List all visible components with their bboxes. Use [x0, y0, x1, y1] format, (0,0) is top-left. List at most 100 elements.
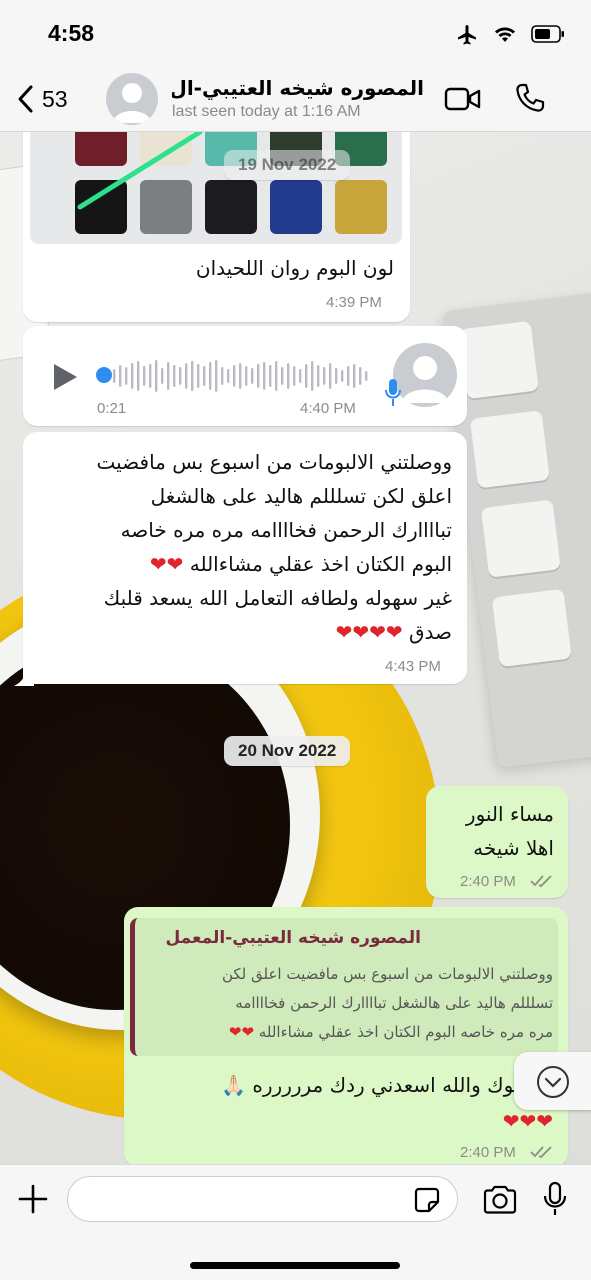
avatar-icon — [112, 83, 152, 123]
waveform-bar — [203, 366, 206, 386]
message-line: البوم الكتان اخذ عقلي مشاءالله ❤❤ — [149, 552, 452, 576]
message-text-block: لوك والله اسعدني ردك مررررره 🙏🏻 — [140, 1067, 520, 1103]
voice-progress-knob[interactable] — [96, 367, 112, 383]
waveform-bar — [179, 367, 182, 385]
bubble-tail — [14, 668, 34, 686]
waveform-bar — [335, 368, 338, 384]
waveform-bar — [269, 365, 272, 387]
waveform-bar — [287, 363, 290, 389]
message-image[interactable] — [30, 132, 402, 244]
message-time: 2:40 PM — [460, 873, 516, 890]
waveform-bar — [149, 364, 152, 388]
waveform-bar — [131, 363, 134, 389]
waveform-bar — [245, 366, 248, 386]
phone-icon[interactable] — [514, 82, 546, 114]
message-line: غير سهوله ولطافه التعامل الله يسعد قلبك — [103, 586, 452, 610]
status-bar: 4:58 — [0, 0, 591, 68]
back-button[interactable]: 53 — [16, 84, 68, 114]
home-indicator — [190, 1262, 400, 1269]
message-text-block: ❤❤❤ — [140, 1103, 553, 1139]
message-line: تباااارك الرحمن فخاااامه مره مره خاصه — [120, 518, 452, 542]
message-time: 4:39 PM — [326, 294, 382, 311]
microphone-icon[interactable] — [542, 1181, 568, 1217]
wallpaper-key — [458, 320, 539, 400]
waveform-bar — [221, 367, 224, 385]
waveform-bar — [323, 367, 326, 385]
message-line: اهلا شيخه — [473, 836, 554, 860]
message-input[interactable] — [67, 1176, 458, 1222]
image-swatch — [205, 180, 257, 234]
waveform-bar — [341, 370, 344, 382]
quoted-text-block: ووصلتني الالبومات من اسبوع بس مافضيت اعل… — [140, 960, 553, 1047]
airplane-icon — [458, 25, 476, 45]
read-receipt-icon — [530, 1146, 552, 1159]
waveform-bar — [257, 364, 260, 388]
status-time: 4:58 — [48, 20, 95, 46]
waveform-bar — [299, 369, 302, 383]
battery-icon — [531, 25, 564, 43]
waveform-bar — [293, 366, 296, 386]
waveform-bar — [209, 362, 212, 390]
play-icon[interactable] — [50, 362, 80, 392]
waveform-bar — [197, 364, 200, 388]
message-line: مساء النور — [465, 802, 554, 826]
waveform-bar — [275, 361, 278, 391]
message-line: اعلق لكن تسلللم هاليد على هالشغل — [150, 484, 452, 508]
waveform-bar — [311, 361, 314, 391]
message-line: صدق ❤❤❤❤ — [335, 620, 452, 644]
wallpaper-key — [469, 410, 550, 489]
waveform-bar — [215, 360, 218, 392]
waveform-bar — [119, 365, 122, 387]
quote-author: المصوره شيخه العتيبي-المعمل — [165, 928, 421, 948]
read-receipt-icon — [530, 875, 552, 888]
message-line: ❤❤❤ — [502, 1109, 553, 1133]
waveform-bar — [125, 367, 128, 385]
waveform-bar — [167, 362, 170, 390]
image-swatch — [270, 180, 322, 234]
contact-name[interactable]: المصوره شيخه العتيبي-ال... — [172, 76, 424, 100]
waveform-bar — [263, 362, 266, 390]
waveform-bar — [233, 365, 236, 387]
waveform-bar — [365, 371, 368, 381]
camera-icon[interactable] — [482, 1185, 518, 1215]
waveform-bar — [137, 361, 140, 391]
wifi-icon — [495, 27, 515, 42]
waveform-bar — [353, 364, 356, 388]
message-time: 4:43 PM — [385, 658, 441, 675]
message-time: 4:40 PM — [300, 400, 356, 417]
contact-avatar[interactable] — [106, 73, 158, 125]
chat-header: 53 المصوره شيخه العتيبي-ال... last seen … — [0, 68, 591, 132]
image-highlight-line — [77, 132, 203, 210]
waveform-bar — [191, 361, 194, 391]
waveform-bar — [281, 367, 284, 385]
quoted-line: تسلللم هاليد على هالشغل تباااارك الرحمن … — [235, 994, 553, 1012]
microphone-icon — [385, 379, 401, 406]
voice-sender-avatar — [393, 343, 457, 407]
waveform-bar — [305, 364, 308, 388]
waveform-bar — [173, 365, 176, 387]
message-line: ووصلتني الالبومات من اسبوع بس مافضيت — [96, 450, 452, 474]
date-chip: 20 Nov 2022 — [224, 736, 351, 766]
video-call-icon[interactable] — [444, 86, 482, 112]
quoted-line: مره مره خاصه البوم الكتان اخذ عقلي مشاءا… — [228, 1023, 553, 1041]
avatar-icon — [401, 356, 449, 403]
last-seen-status: last seen today at 1:16 AM — [172, 103, 361, 120]
message-text-block: مساء النور اهلا شيخه — [436, 797, 554, 865]
waveform-bar — [143, 366, 146, 386]
message-text-block: ووصلتني الالبومات من اسبوع بس مافضيت اعل… — [38, 445, 452, 649]
plus-icon[interactable] — [17, 1183, 49, 1215]
waveform-bar — [113, 369, 116, 383]
waveform-bar — [329, 363, 332, 389]
waveform-bar — [359, 367, 362, 385]
sticker-icon[interactable] — [414, 1187, 440, 1213]
voice-waveform[interactable] — [106, 358, 370, 394]
scroll-to-bottom-button[interactable] — [514, 1052, 591, 1110]
waveform-bar — [317, 365, 320, 387]
message-caption: لون البوم روان اللحيدان — [195, 256, 394, 280]
waveform-bar — [185, 363, 188, 389]
wallpaper-key — [480, 499, 561, 578]
waveform-bar — [239, 363, 242, 389]
image-swatch — [335, 180, 387, 234]
message-time: 2:40 PM — [460, 1144, 516, 1161]
message-line: لوك والله اسعدني ردك مررررره 🙏🏻 — [221, 1073, 520, 1097]
